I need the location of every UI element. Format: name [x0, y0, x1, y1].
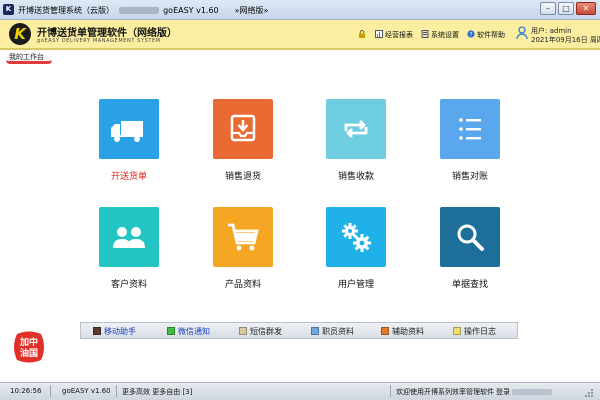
status-login-prefix: 登录	[496, 388, 510, 396]
tile-customers[interactable]	[99, 207, 159, 267]
lock-icon	[359, 30, 365, 38]
tile-products[interactable]	[213, 207, 273, 267]
status-motto: 更多高效 更多自由 [3]	[122, 388, 193, 396]
tile-sales-return[interactable]	[213, 99, 273, 159]
shortcut-staff[interactable]: 职员资料	[311, 326, 354, 337]
status-divider	[50, 385, 51, 397]
promo-badge-icon[interactable]: 加中 油国	[11, 330, 47, 364]
maximize-button[interactable]: □	[558, 2, 574, 15]
list-icon	[459, 118, 481, 140]
tile-label-sales-reconcile: 销售对账	[451, 172, 488, 182]
mobile-icon	[93, 327, 101, 335]
window-title: 开博送货管理系统（云版） goEASY v1.60 »网络版»	[18, 5, 268, 16]
window-title-prefix: 开博送货管理系统（云版）	[18, 6, 114, 15]
shortcut-operation-log[interactable]: 操作日志	[453, 326, 496, 337]
refresh-icon	[344, 120, 368, 138]
user-icon	[516, 26, 528, 40]
wechat-icon	[167, 327, 175, 335]
tile-label-user-management: 用户管理	[337, 280, 374, 290]
svg-text:?: ?	[469, 31, 472, 38]
sms-icon	[239, 327, 247, 335]
shortcut-label: 微信通知	[178, 327, 210, 336]
app-name: 开博送货单管理软件（网络版）	[37, 28, 177, 39]
app-icon: K	[3, 4, 14, 15]
shortcut-label: 移动助手	[104, 327, 136, 336]
shortcut-label: 操作日志	[464, 327, 496, 336]
resize-grip-icon[interactable]	[584, 388, 594, 398]
aux-data-icon	[381, 327, 389, 335]
shortcut-label: 辅助资料	[392, 327, 424, 336]
app-header: K 开博送货单管理软件（网络版） goEASY DELIVERY MANAGEM…	[0, 20, 600, 50]
svg-text:加中: 加中	[19, 336, 38, 348]
return-tray-icon	[230, 114, 256, 142]
svg-text:油国: 油国	[20, 347, 38, 359]
status-welcome: 欢迎使用开博系列效率管理软件	[396, 388, 494, 396]
lock-button[interactable]	[358, 30, 368, 39]
log-icon	[453, 327, 461, 335]
tile-label-document-search: 单据查找	[451, 280, 488, 290]
settings-icon	[421, 30, 429, 38]
help-button[interactable]: ? 软件帮助	[467, 30, 505, 40]
window-titlebar: K 开博送货管理系统（云版） goEASY v1.60 »网络版» – □ ✕	[0, 0, 600, 20]
tile-label-create-delivery: 开送货单	[110, 172, 147, 182]
tile-label-sales-collection: 销售收款	[337, 172, 374, 182]
status-version: goEASY v1.60	[62, 387, 111, 395]
settings-button[interactable]: 系统设置	[421, 30, 459, 40]
shortcut-mobile-assistant[interactable]: 移动助手	[93, 326, 136, 337]
tile-sales-collection[interactable]	[326, 99, 386, 159]
settings-label: 系统设置	[431, 31, 459, 39]
help-icon: ?	[467, 30, 475, 38]
status-time: 10:26:56	[10, 387, 42, 395]
staff-icon	[311, 327, 319, 335]
tile-label-sales-return: 销售退货	[224, 172, 261, 182]
minimize-button[interactable]: –	[540, 2, 556, 15]
close-button[interactable]: ✕	[576, 2, 596, 15]
gears-icon	[342, 223, 371, 252]
status-divider	[116, 385, 117, 397]
reports-button[interactable]: 经营报表	[375, 30, 413, 40]
tile-label-customers: 客户资料	[110, 280, 147, 290]
chart-icon	[375, 30, 383, 38]
shortcut-sms-broadcast[interactable]: 短信群发	[239, 326, 282, 337]
tile-user-management[interactable]	[326, 207, 386, 267]
tab-workbench[interactable]: 我的工作台	[6, 52, 52, 64]
cart-icon	[228, 223, 259, 251]
shortcut-label: 职员资料	[322, 327, 354, 336]
reports-label: 经营报表	[385, 31, 413, 39]
help-label: 软件帮助	[477, 31, 505, 39]
tile-document-search[interactable]	[440, 207, 500, 267]
users-icon	[113, 227, 145, 248]
tile-sales-reconcile[interactable]	[440, 99, 500, 159]
status-bar: 10:26:56 goEASY v1.60 更多高效 更多自由 [3] 欢迎使用…	[0, 382, 600, 400]
date-label: 2021年09月16日 周四	[531, 36, 600, 44]
logo-icon: K	[9, 23, 31, 45]
tile-create-delivery[interactable]	[99, 99, 159, 159]
shortcut-aux-data[interactable]: 辅助资料	[381, 326, 424, 337]
redacted-blur	[512, 389, 553, 395]
shortcut-wechat-notify[interactable]: 微信通知	[167, 326, 210, 337]
shortcut-label: 短信群发	[250, 327, 282, 336]
truck-icon	[111, 121, 143, 142]
tile-label-products: 产品资料	[224, 280, 261, 290]
search-icon	[457, 224, 484, 251]
status-login: 登录	[496, 387, 553, 397]
window-title-suffix: goEASY v1.60 »网络版»	[163, 6, 269, 15]
shortcut-bar: 移动助手 微信通知 短信群发 职员资料 辅助资料 操作日志	[80, 322, 518, 339]
redacted-blur	[118, 7, 159, 14]
status-divider	[390, 385, 391, 397]
app-subtitle: goEASY DELIVERY MANAGEMENT SYSTEM	[37, 38, 161, 44]
